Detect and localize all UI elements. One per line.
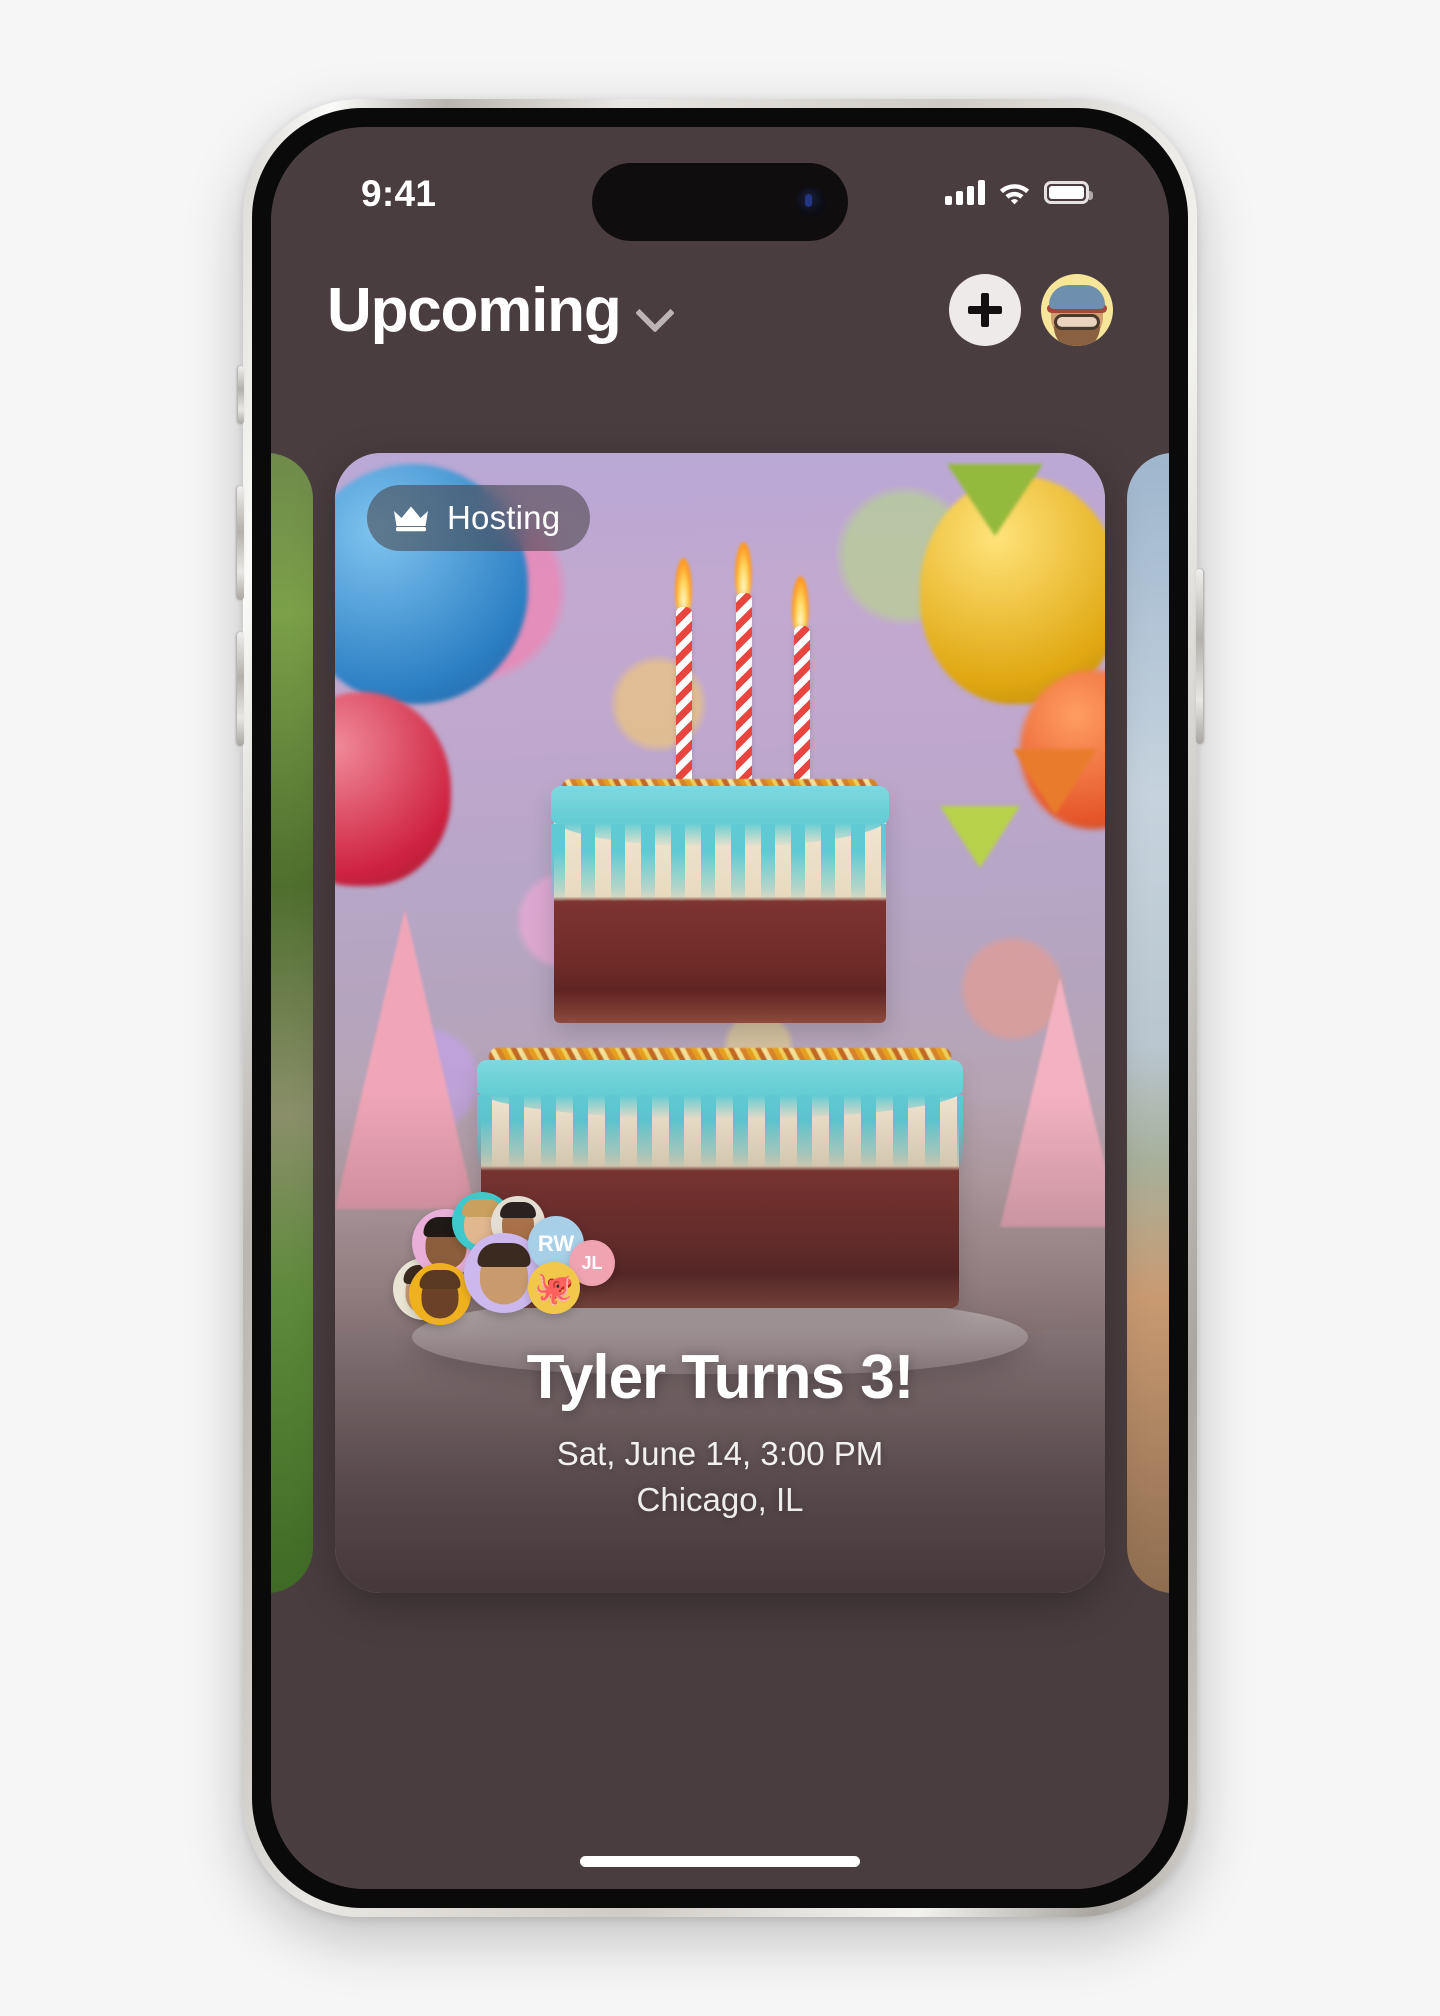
birthday-candle	[676, 606, 693, 795]
volume-down-button[interactable]	[237, 632, 244, 746]
hosting-badge: Hosting	[367, 485, 591, 551]
home-indicator[interactable]	[580, 1856, 860, 1867]
event-location: Chicago, IL	[636, 1481, 804, 1518]
volume-up-button[interactable]	[237, 486, 244, 600]
attendee-memoji-hair-icon	[477, 1243, 531, 1267]
hosting-badge-label: Hosting	[447, 499, 561, 536]
dynamic-island	[592, 163, 848, 241]
power-button[interactable]	[1196, 569, 1203, 744]
bunting-decoration	[947, 464, 1044, 537]
previous-event-card[interactable]	[271, 453, 313, 1593]
event-card[interactable]: Hosting RW JL 🐙 Tyler Turns 3! Sat, June 1…	[335, 453, 1105, 1593]
plus-icon	[968, 293, 1002, 327]
battery-icon	[1044, 180, 1093, 204]
status-bar-time: 9:41	[361, 173, 437, 214]
attendee-memoji-hair-icon	[500, 1202, 536, 1218]
birthday-candle	[736, 593, 753, 793]
birthday-candle	[793, 626, 810, 803]
cake-icing-drip	[550, 823, 886, 904]
attendee-initials: JL	[581, 1252, 603, 1273]
attendee-emoji-icon: 🐙	[534, 1270, 574, 1306]
attendee-avatar[interactable]: 🐙	[528, 1262, 580, 1314]
next-event-card[interactable]	[1127, 453, 1169, 1593]
silent-switch-button[interactable]	[238, 366, 244, 424]
iphone-device-frame: 9:41 Upcoming Hosting RW JL 🐙 Tyler Turn…	[237, 99, 1203, 1917]
page-title: Upcoming	[327, 275, 622, 345]
event-details: Tyler Turns 3! Sat, June 14, 3:00 PM Chi…	[335, 1342, 1105, 1519]
attendee-avatar[interactable]	[409, 1263, 471, 1325]
event-datetime: Sat, June 14, 3:00 PM	[556, 1435, 884, 1472]
screenshot-stage: 9:41 Upcoming Hosting RW JL 🐙 Tyler Turn…	[0, 0, 1440, 2016]
bunting-decoration	[1013, 749, 1098, 816]
event-title: Tyler Turns 3!	[526, 1343, 915, 1412]
phone-screen: 9:41 Upcoming Hosting RW JL 🐙 Tyler Turn…	[271, 127, 1169, 1889]
crown-icon	[394, 506, 428, 532]
status-bar-indicators	[945, 179, 1093, 205]
chevron-down-icon[interactable]	[637, 293, 671, 327]
attendee-avatar-cluster[interactable]: RW JL 🐙	[335, 1153, 1105, 1353]
bunting-decoration	[940, 806, 1021, 869]
attendee-initials: RW	[537, 1231, 575, 1256]
profile-avatar-button[interactable]	[1041, 274, 1113, 346]
nav-actions	[949, 274, 1113, 346]
front-camera-icon	[796, 187, 826, 217]
title-dropdown-button[interactable]: Upcoming	[327, 275, 671, 346]
attendee-memoji-hair-icon	[419, 1270, 461, 1289]
cellular-signal-icon	[945, 179, 985, 205]
navigation-bar: Upcoming	[271, 245, 1169, 375]
wifi-icon	[998, 180, 1031, 205]
device-bezel: 9:41 Upcoming Hosting RW JL 🐙 Tyler Turn…	[252, 108, 1188, 1908]
event-card-carousel[interactable]: Hosting RW JL 🐙 Tyler Turns 3! Sat, June 1…	[271, 375, 1169, 1889]
add-event-button[interactable]	[949, 274, 1021, 346]
